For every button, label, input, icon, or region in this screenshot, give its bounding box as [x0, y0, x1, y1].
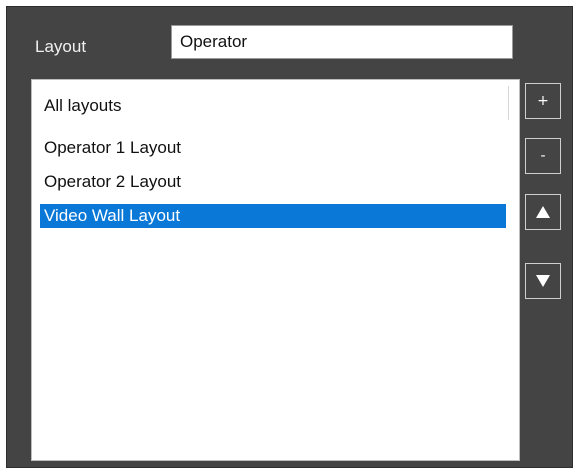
move-down-button[interactable] [525, 263, 561, 299]
list-item-all-layouts[interactable]: All layouts [40, 94, 506, 118]
triangle-down-icon [536, 275, 550, 287]
triangle-up-icon [536, 206, 550, 218]
list-item-video-wall-layout[interactable]: Video Wall Layout [40, 204, 506, 228]
remove-layout-button[interactable]: - [525, 138, 561, 174]
add-layout-button[interactable]: + [525, 83, 561, 119]
list-item-operator-1-layout[interactable]: Operator 1 Layout [40, 136, 506, 160]
layout-panel: Layout All layouts Operator 1 Layout Ope… [6, 6, 573, 468]
move-up-button[interactable] [525, 194, 561, 230]
layout-list[interactable]: All layouts Operator 1 Layout Operator 2… [31, 79, 520, 461]
minus-label: - [540, 148, 546, 164]
layout-name-input[interactable] [171, 25, 513, 59]
layout-label: Layout [35, 37, 87, 56]
list-separator [508, 86, 509, 120]
list-item-operator-2-layout[interactable]: Operator 2 Layout [40, 170, 506, 194]
plus-label: + [537, 93, 549, 109]
